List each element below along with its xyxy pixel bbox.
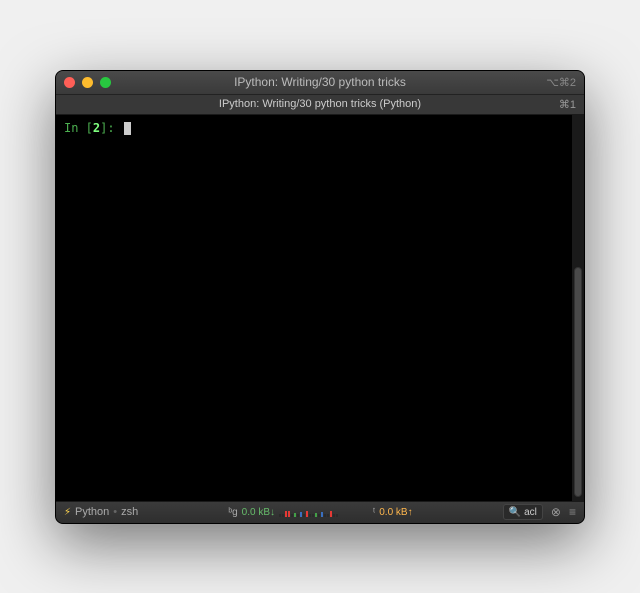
maximize-icon[interactable] (100, 77, 111, 88)
clear-icon[interactable]: ⊗ (551, 505, 561, 519)
search-input[interactable]: acl (524, 507, 537, 518)
status-left: ⚡︎ Python • zsh (64, 506, 138, 518)
titlebar: IPython: Writing/30 python tricks ⌥⌘2 (56, 71, 584, 95)
net-suffix: ᵗ (373, 507, 375, 518)
ipython-prompt: In [2]: (64, 121, 122, 135)
cursor-icon (124, 122, 131, 135)
window-title: IPython: Writing/30 python tricks (56, 75, 584, 89)
titlebar-right-indicator: ⌥⌘2 (546, 76, 576, 89)
tabbar: IPython: Writing/30 python tricks (Pytho… (56, 95, 584, 115)
minimize-icon[interactable] (82, 77, 93, 88)
net-prefix: ᵇg (228, 507, 237, 518)
net-chart-icon (279, 507, 369, 517)
prompt-suffix: ]: (100, 121, 122, 135)
terminal-output[interactable]: In [2]: (56, 115, 572, 501)
statusbar: ⚡︎ Python • zsh ᵇg 0.0 kB↓ ᵗ 0.0 kB↑ 🔍 a… (56, 501, 584, 523)
prompt-prefix: In [ (64, 121, 93, 135)
status-separator: • (113, 506, 117, 518)
status-process: Python (75, 506, 109, 518)
status-network: ᵇg 0.0 kB↓ ᵗ 0.0 kB↑ (146, 507, 494, 518)
terminal-area: In [2]: (56, 115, 584, 501)
scroll-thumb[interactable] (574, 267, 582, 496)
net-up: 0.0 kB↑ (379, 507, 412, 518)
hamburger-icon[interactable]: ≡ (569, 505, 576, 519)
search-icon: 🔍 (509, 507, 521, 518)
traffic-lights (64, 77, 111, 88)
status-search[interactable]: 🔍 acl (503, 504, 543, 520)
lightning-icon: ⚡︎ (64, 507, 71, 518)
status-shell: zsh (121, 506, 138, 518)
terminal-window: IPython: Writing/30 python tricks ⌥⌘2 IP… (55, 70, 585, 524)
status-right: 🔍 acl ⊗ ≡ (503, 504, 576, 520)
tab-label: IPython: Writing/30 python tricks (Pytho… (219, 98, 421, 110)
close-icon[interactable] (64, 77, 75, 88)
tab-index: ⌘1 (559, 98, 576, 111)
net-down: 0.0 kB↓ (242, 507, 275, 518)
tab-ipython[interactable]: IPython: Writing/30 python tricks (Pytho… (56, 95, 584, 114)
scrollbar[interactable] (572, 115, 584, 501)
